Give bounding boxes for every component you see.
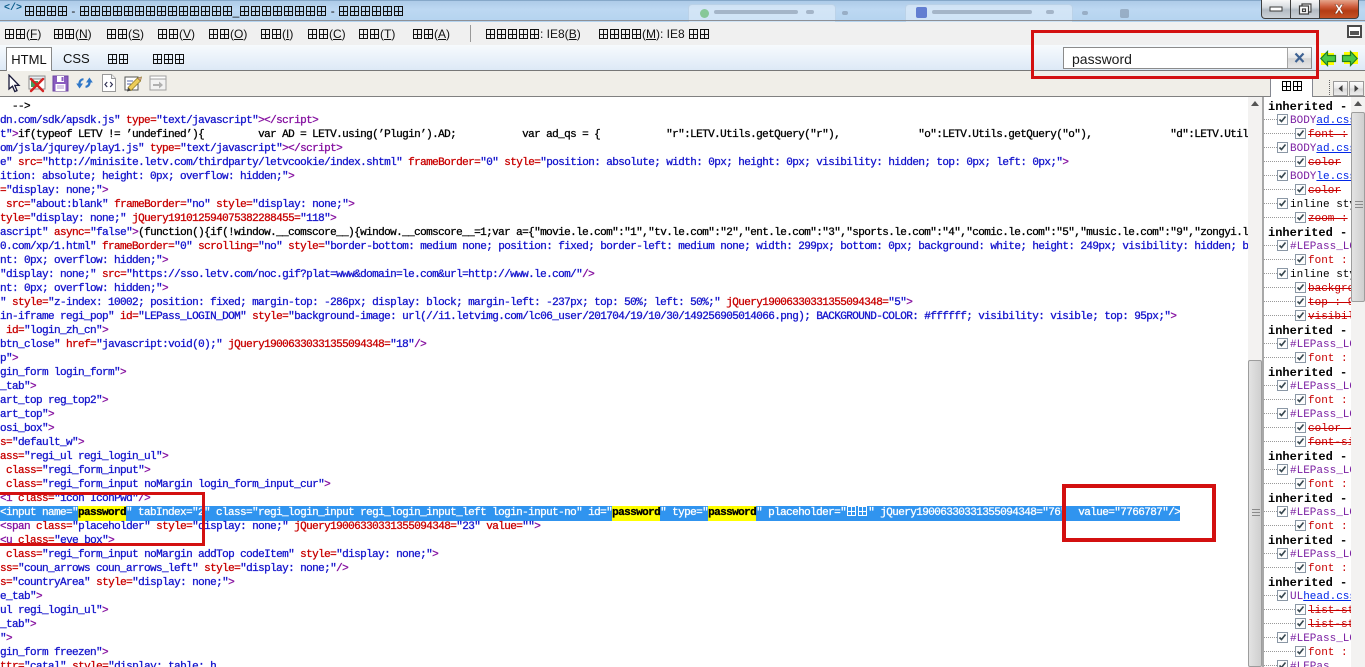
svg-text:X: X xyxy=(1335,3,1344,15)
